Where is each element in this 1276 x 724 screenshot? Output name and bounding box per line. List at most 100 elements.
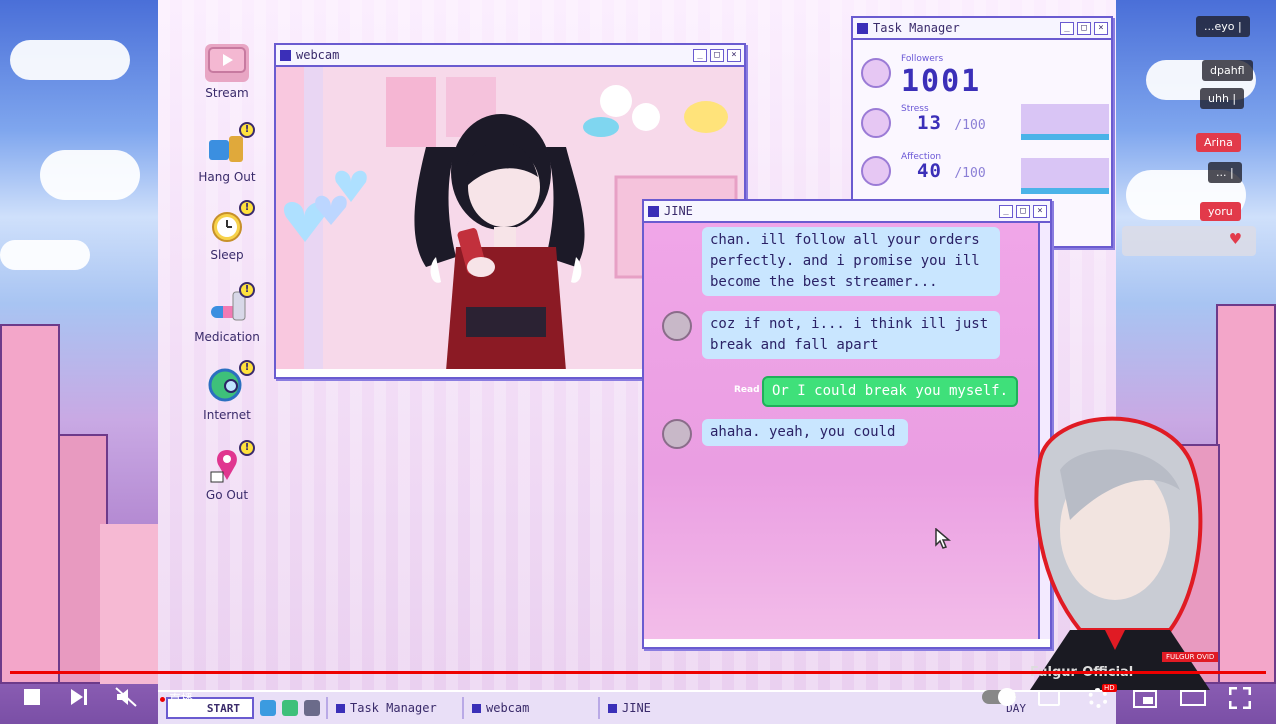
affection-bar: [1021, 158, 1109, 194]
followers-stat: Followers 1001: [861, 54, 1111, 99]
streamer-tag: FULGUR OVID: [1162, 652, 1219, 662]
fullscreen-icon[interactable]: [1229, 687, 1251, 709]
read-receipt: Read: [734, 385, 760, 395]
minimize-button[interactable]: _: [999, 204, 1013, 218]
character-face-icon: [861, 108, 891, 138]
miniplayer-icon[interactable]: [1133, 690, 1157, 708]
close-button[interactable]: ×: [727, 48, 741, 62]
stat-max: /100: [954, 166, 986, 181]
window-titlebar[interactable]: JINE _ □ ×: [644, 201, 1050, 223]
task-label: webcam: [486, 701, 530, 715]
chat-message: chan. ill follow all your orders perfect…: [702, 227, 1000, 296]
desktop-icon-label: Go Out: [205, 488, 249, 502]
chat-overlay-message: ...eyo |: [1196, 16, 1250, 37]
chat-icon[interactable]: [282, 700, 298, 716]
alarm-clock-icon: !: [205, 200, 255, 244]
streamer-avatar: [1010, 400, 1220, 690]
cloud: [40, 150, 140, 200]
contact-avatar: [662, 311, 692, 341]
character-face-icon: [861, 156, 891, 186]
stress-bar: [1021, 104, 1109, 140]
hangout-icon: !: [205, 122, 255, 166]
window-title: JINE: [664, 204, 693, 218]
chat-message: coz if not, i... i think ill just break …: [702, 311, 1000, 359]
map-pin-icon: !: [205, 440, 255, 484]
autoplay-toggle[interactable]: [982, 688, 1016, 706]
window-title: webcam: [296, 48, 340, 62]
live-indicator: 直播: [160, 690, 193, 707]
character-face-icon: [861, 58, 891, 88]
building: [1216, 304, 1276, 684]
desktop-icon-medication[interactable]: ! Medication: [185, 282, 269, 344]
window-titlebar[interactable]: Task Manager _ □ ×: [853, 18, 1111, 40]
window-titlebar[interactable]: webcam _ □ ×: [276, 45, 744, 67]
minimize-button[interactable]: _: [1060, 21, 1074, 35]
task-label: JINE: [622, 701, 651, 715]
cloud: [0, 240, 90, 270]
stream-icon: [205, 44, 249, 82]
alert-badge: !: [239, 122, 255, 138]
stat-max: /100: [954, 118, 986, 133]
window-title: Task Manager: [873, 21, 960, 35]
theater-mode-icon[interactable]: [1180, 690, 1206, 706]
mute-icon[interactable]: [115, 687, 137, 707]
desktop-icon-label: Stream: [205, 86, 249, 100]
hd-badge: HD: [1102, 684, 1117, 692]
video-progress-bar[interactable]: [10, 671, 1266, 674]
window-icon: [336, 703, 345, 713]
maximize-button[interactable]: □: [1077, 21, 1091, 35]
desktop-icon-sleep[interactable]: ! Sleep: [185, 200, 269, 262]
pills-icon: !: [205, 282, 255, 326]
desktop-icon-go-out[interactable]: ! Go Out: [185, 440, 269, 502]
taskbar-task[interactable]: webcam: [462, 697, 592, 719]
bird-icon[interactable]: [260, 700, 276, 716]
window-icon: [608, 703, 617, 713]
affection-stat: Affection 40 /100: [861, 152, 1111, 196]
chat-overlay-message: dpahfl: [1202, 60, 1253, 81]
skip-next-icon[interactable]: [69, 688, 89, 706]
desktop-icon-internet[interactable]: ! Internet: [185, 360, 269, 422]
jine-window[interactable]: JINE _ □ × chan. ill follow all your ord…: [642, 199, 1052, 649]
maximize-button[interactable]: □: [1016, 204, 1030, 218]
alert-badge: !: [239, 200, 255, 216]
desktop-icon-stream[interactable]: Stream: [185, 44, 269, 100]
desktop-icon-label: Medication: [194, 330, 260, 344]
desktop-icon-hang-out[interactable]: ! Hang Out: [185, 122, 269, 184]
alert-badge: !: [239, 440, 255, 456]
start-label: START: [206, 701, 240, 715]
heart-icon: ♥: [1230, 229, 1241, 250]
monitor-icon[interactable]: [304, 700, 320, 716]
window-icon: [857, 22, 868, 34]
chat-message-sent: Or I could break you myself.: [762, 376, 1018, 407]
mouse-cursor-icon: [935, 528, 951, 549]
minimize-button[interactable]: _: [693, 48, 707, 62]
stress-stat: Stress 13 /100: [861, 104, 1111, 148]
maximize-button[interactable]: □: [710, 48, 724, 62]
window-icon: [472, 703, 481, 713]
close-button[interactable]: ×: [1033, 204, 1047, 218]
subtitles-icon[interactable]: [1038, 690, 1060, 706]
desktop-icon-label: Sleep: [210, 248, 244, 262]
chat-overlay-username: Arina: [1196, 133, 1241, 152]
stat-label: Followers: [901, 54, 944, 64]
affection-value: 40: [917, 160, 942, 182]
chat-overlay-username: yoru: [1200, 202, 1241, 221]
task-label: Task Manager: [350, 701, 437, 715]
game-taskbar: START Task Manager webcam JINE DAY: [158, 690, 1116, 724]
taskbar-task[interactable]: JINE: [598, 697, 728, 719]
window-icon: [280, 49, 291, 61]
close-button[interactable]: ×: [1094, 21, 1108, 35]
chat-overlay-message: uhh |: [1200, 88, 1245, 109]
chat-thread: chan. ill follow all your orders perfect…: [644, 223, 1038, 639]
desktop-icon-label: Internet: [203, 408, 251, 422]
stat-value: 40 /100: [917, 160, 986, 182]
taskbar-task[interactable]: Task Manager: [326, 697, 456, 719]
stop-icon[interactable]: [24, 689, 40, 705]
chat-message: ahaha. yeah, you could: [702, 419, 908, 446]
alert-badge: !: [239, 282, 255, 298]
road: [100, 524, 158, 684]
desktop-icon-label: Hang Out: [198, 170, 256, 184]
background-scene-left: [0, 0, 158, 724]
stress-value: 13: [917, 112, 942, 134]
live-dot-icon: [160, 697, 165, 702]
